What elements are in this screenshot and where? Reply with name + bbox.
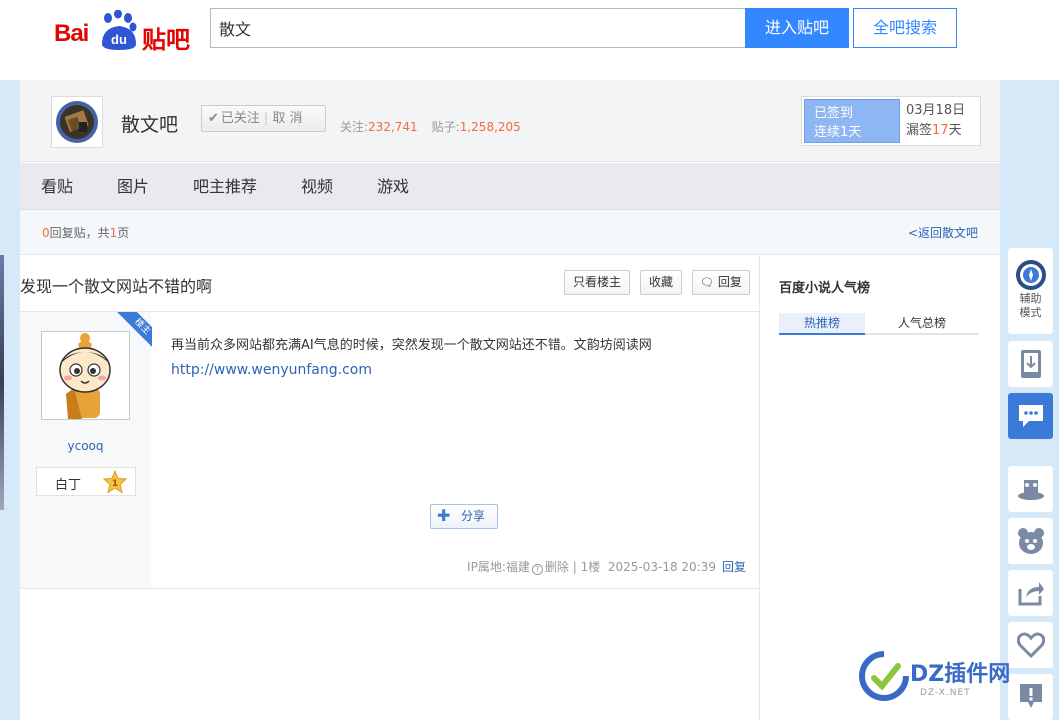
only-op-button[interactable]: 只看楼主	[564, 270, 630, 295]
assist-label-1: 辅助	[1019, 292, 1042, 305]
search-input[interactable]	[210, 8, 746, 48]
follow-button[interactable]: ✔ 已关注 | 取 消	[201, 105, 326, 132]
share-button[interactable]: ✚ 分享	[430, 504, 498, 529]
follow-status: 已关注	[220, 111, 260, 126]
comment-icon: 🗨	[700, 276, 715, 289]
heart-icon	[1016, 632, 1045, 658]
sign-calendar[interactable]: 03月18日 漏签17天	[906, 101, 965, 141]
logo-text-du: du	[111, 32, 127, 47]
thread-info-bar: 0回复贴，共1页 <返回散文吧	[20, 210, 1000, 255]
unfollow-link[interactable]: 取 消	[272, 111, 302, 126]
feedback-button[interactable]	[1008, 393, 1053, 439]
tab-total-list[interactable]: 人气总榜	[879, 313, 965, 335]
logo-text-tieba: 贴吧	[142, 26, 190, 54]
share-label: 分享	[461, 509, 486, 523]
app-download-button[interactable]	[1008, 341, 1053, 387]
reply-button[interactable]: 🗨 回复	[692, 270, 750, 295]
watermark-logo-icon	[859, 651, 909, 701]
missed-days: 漏签17天	[906, 123, 962, 138]
post-text: 再当前众多网站都充满AI气息的时候，突然发现一个散文网站还不错。文韵坊阅读网	[171, 338, 652, 353]
posts-count: 1,258,205	[459, 120, 521, 134]
assist-mode-button[interactable]: 辅助 模式	[1008, 248, 1053, 334]
background-image-strip	[0, 255, 4, 510]
enter-tieba-button[interactable]: 进入贴吧	[745, 8, 849, 48]
author-name[interactable]: ycooq	[20, 439, 151, 453]
collect-button[interactable]: 收藏	[640, 270, 682, 295]
post-link[interactable]: http://www.wenyunfang.com	[171, 358, 741, 382]
plus-icon: ✚	[437, 506, 451, 525]
post-time: 2025-03-18 20:39	[607, 560, 716, 574]
followers-label: 关注:	[340, 120, 369, 134]
forum-avatar[interactable]	[51, 96, 103, 148]
share-out-icon	[1018, 582, 1044, 606]
baidu-tieba-logo[interactable]: Bai du 贴吧	[54, 8, 194, 54]
level-name: 白丁	[55, 478, 82, 493]
signed-in-button[interactable]: 已签到 连续1天	[804, 99, 900, 143]
delete-link[interactable]: 删除	[545, 560, 569, 574]
signed-label: 已签到	[814, 106, 854, 121]
ranking-title: 百度小说人气榜	[779, 281, 871, 296]
sign-in-box: 已签到 连续1天 03月18日 漏签17天	[801, 96, 981, 146]
thread-title: 发现一个散文网站不错的啊	[20, 277, 213, 296]
bear-button[interactable]	[1008, 518, 1053, 564]
tab-recommended[interactable]: 吧主推荐	[193, 163, 257, 210]
forum-header: 散文吧 ✔ 已关注 | 取 消 关注:232,741 贴子:1,258,205 已签到 …	[20, 80, 1000, 162]
magic-hat-icon	[1017, 480, 1044, 500]
svg-text:1: 1	[112, 479, 118, 489]
top-header: Bai du 贴吧 进入贴吧 全吧搜索	[0, 0, 1059, 80]
check-icon: ✔	[208, 111, 219, 126]
magic-hat-button[interactable]	[1008, 466, 1053, 512]
watermark-subtext: DZ-X.NET	[920, 688, 971, 698]
post-floor-1: 楼主 ycooq 白丁 1 再当前众多网站都充满AI气息的时候，突然发现一个散文…	[20, 311, 760, 589]
help-icon[interactable]: ?	[531, 564, 543, 575]
divider: |	[263, 111, 269, 126]
watermark: DZ插件网 DZ-X.NET	[858, 650, 1018, 710]
tab-posts[interactable]: 看贴	[41, 163, 73, 210]
watermark-text: DZ插件网	[910, 662, 1011, 687]
ranking-tabs: 热推榜 人气总榜	[779, 313, 979, 335]
app-download-icon	[1020, 350, 1041, 378]
thread-main: 发现一个散文网站不错的啊 只看楼主 收藏 🗨 回复 楼主 ycooq 白丁 1 …	[20, 255, 760, 720]
followers-count: 232,741	[368, 120, 418, 134]
tab-hot-list[interactable]: 热推榜	[779, 313, 865, 335]
forum-name[interactable]: 散文吧	[121, 110, 178, 137]
forum-avatar-image	[56, 101, 98, 143]
tab-images[interactable]: 图片	[117, 163, 149, 210]
post-reply-link[interactable]: 回复	[722, 560, 746, 574]
forum-nav: 看贴 图片 吧主推荐 视频 游戏	[20, 163, 1000, 210]
assist-label-2: 模式	[1019, 306, 1042, 319]
search-all-button[interactable]: 全吧搜索	[853, 8, 957, 48]
cartoon-avatar-image	[59, 333, 111, 419]
report-icon	[1019, 684, 1042, 708]
post-tail: IP属地:福建? 删除 | 1楼 2025-03-18 20:39 回复	[467, 560, 746, 575]
bear-icon	[1017, 528, 1044, 554]
baidu-paw-icon: du	[102, 10, 137, 50]
streak-label: 连续1天	[814, 125, 862, 140]
reply-count: 0回复贴，共1页	[42, 226, 130, 240]
share-out-button[interactable]	[1008, 570, 1053, 616]
floor-number: 1楼	[580, 560, 601, 574]
assist-icon	[1015, 260, 1046, 290]
tab-video[interactable]: 视频	[301, 163, 333, 210]
posts-label: 贴子:	[431, 120, 460, 134]
post-content: 再当前众多网站都充满AI气息的时候，突然发现一个散文网站还不错。文韵坊阅读网 h…	[171, 334, 741, 382]
author-level-badge[interactable]: 白丁 1	[36, 467, 136, 496]
level-star-icon: 1	[103, 470, 127, 494]
tab-games[interactable]: 游戏	[377, 163, 409, 210]
back-to-forum-link[interactable]: <返回散文吧	[908, 224, 978, 241]
sign-date: 03月18日	[906, 103, 966, 118]
author-avatar[interactable]	[41, 331, 130, 420]
logo-text-bai: Bai	[54, 20, 89, 47]
forum-stats: 关注:232,741 贴子:1,258,205	[340, 118, 535, 135]
feedback-icon	[1018, 405, 1043, 427]
ip-location: IP属地:福建	[467, 560, 530, 574]
author-column: 楼主 ycooq 白丁 1	[20, 312, 152, 588]
